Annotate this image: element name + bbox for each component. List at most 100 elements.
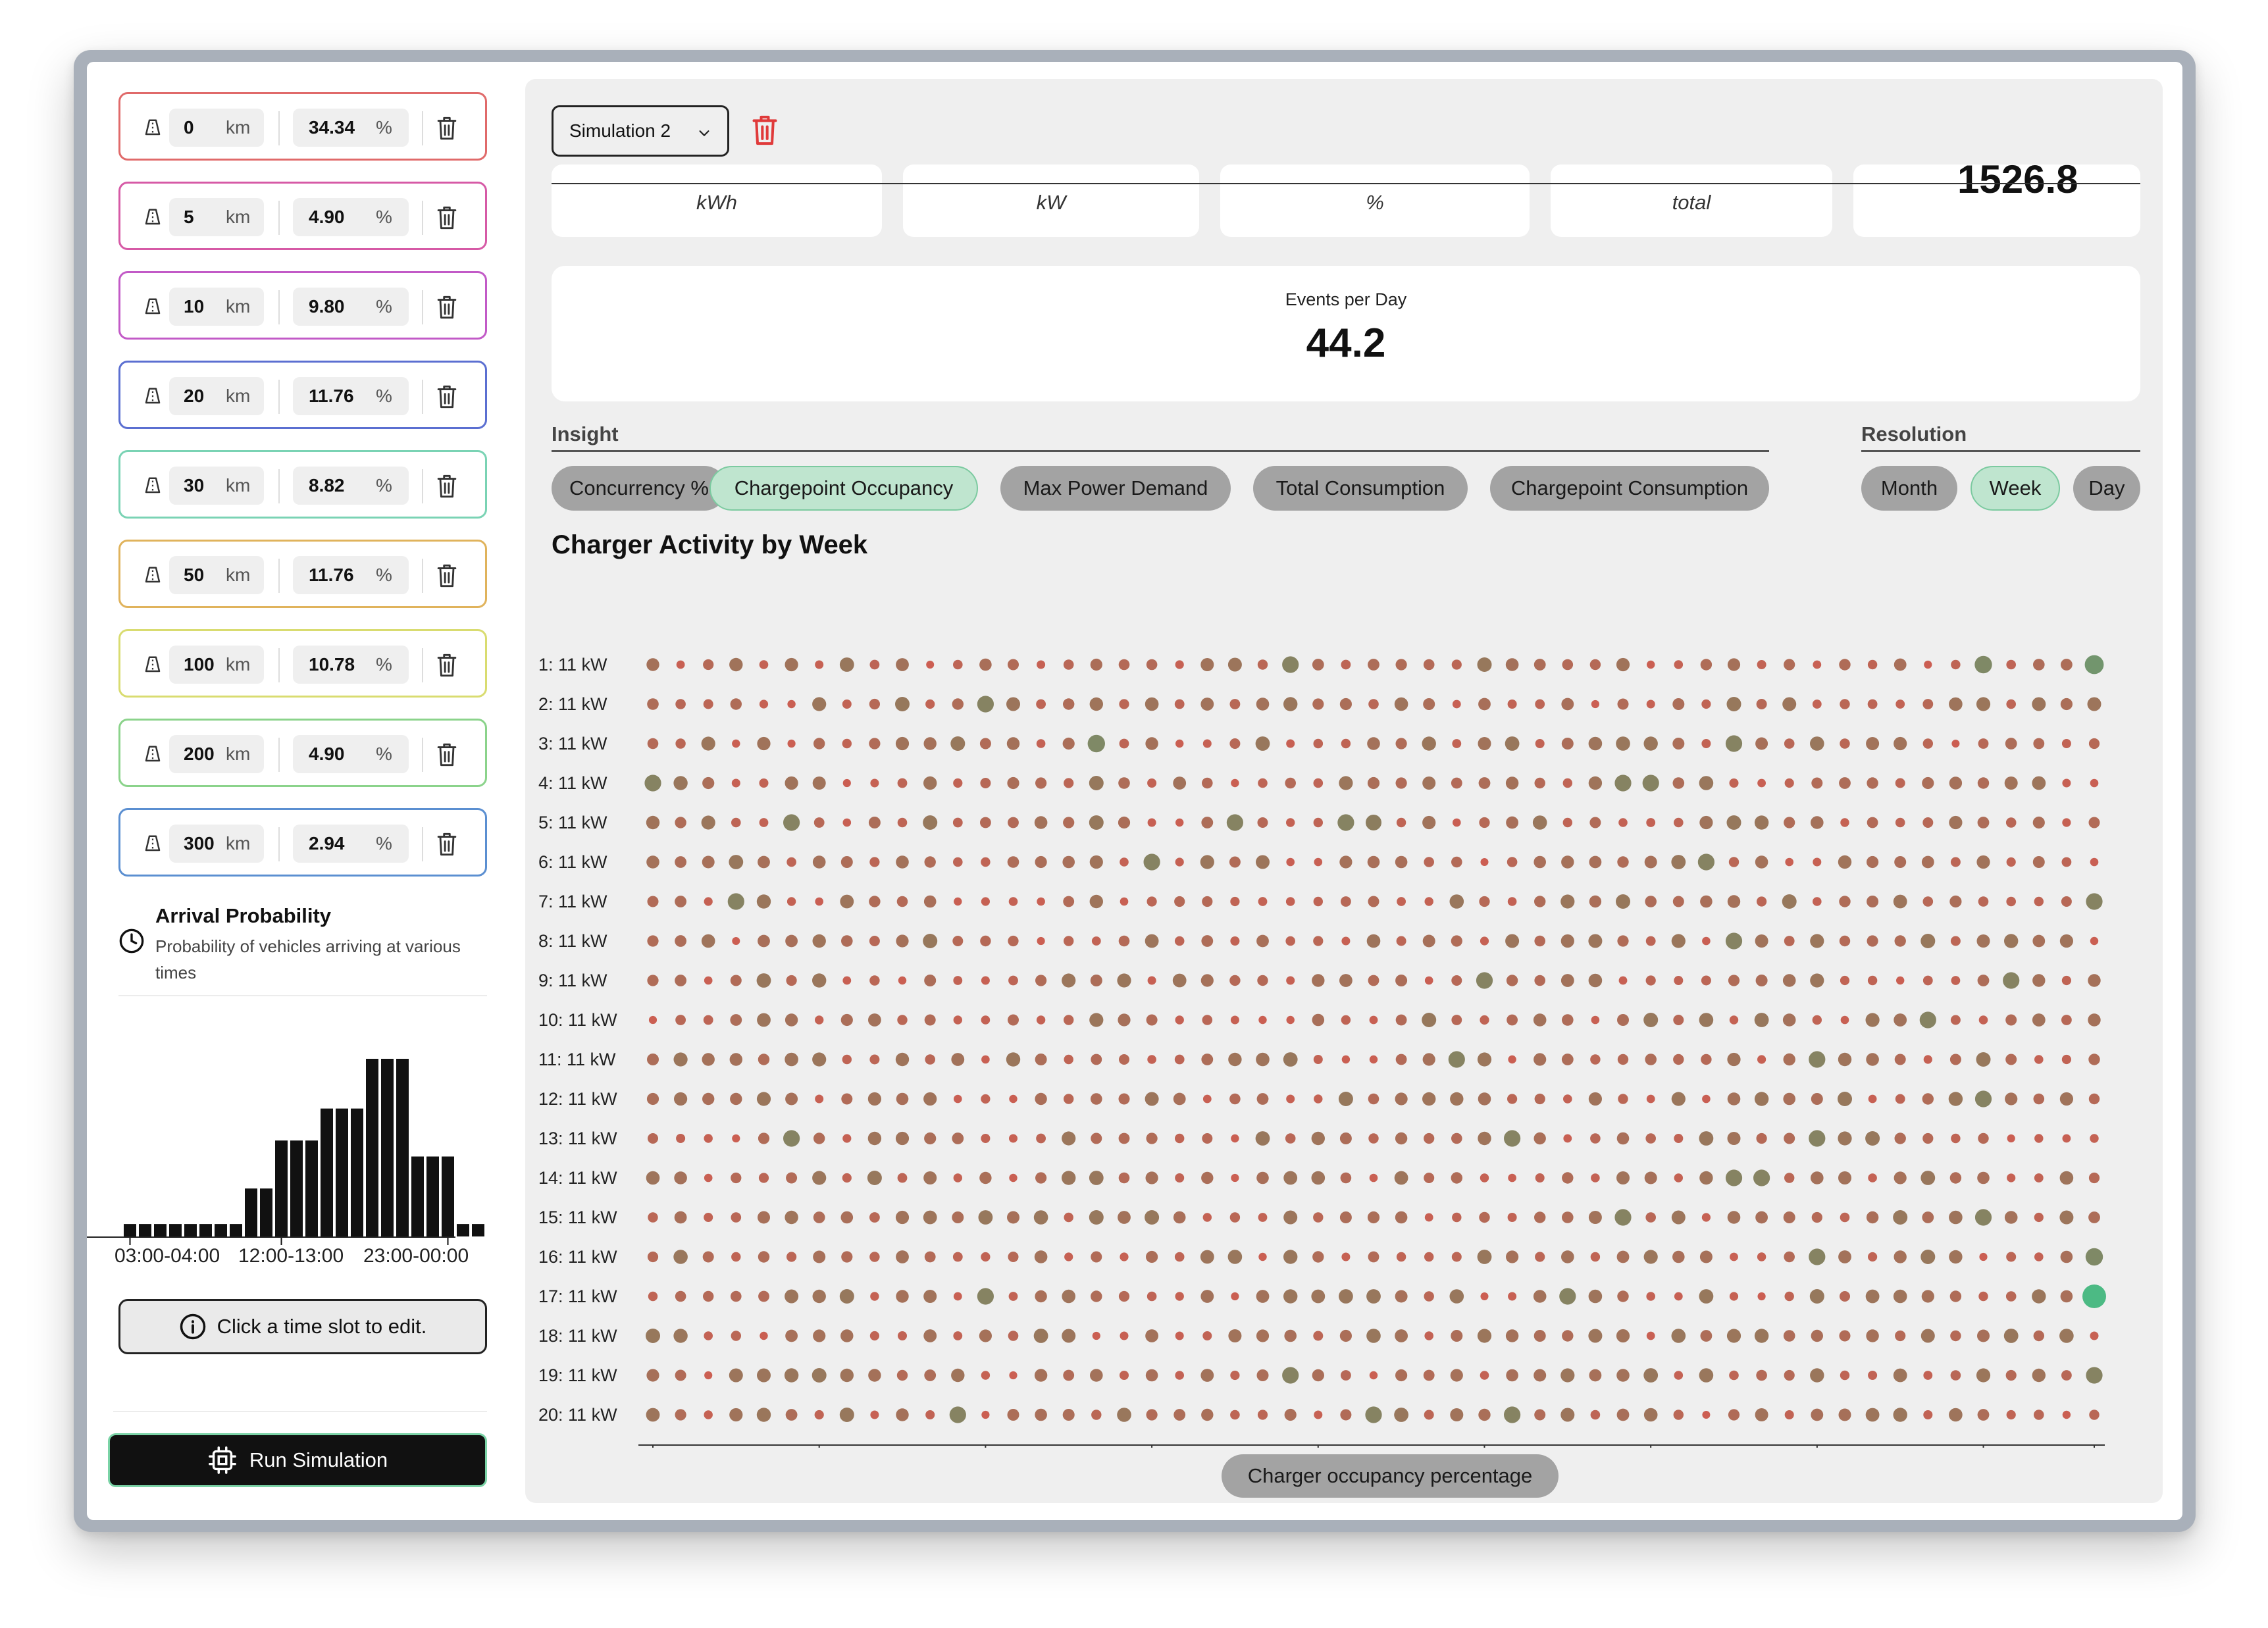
occupancy-dot — [924, 1369, 937, 1381]
distance-input[interactable]: 100 km — [169, 646, 264, 684]
occupancy-dot — [1120, 897, 1129, 906]
insight-chip[interactable]: Max Power Demand — [1000, 466, 1231, 511]
occupancy-dot — [895, 697, 910, 711]
occupancy-dot — [1118, 1290, 1130, 1302]
histogram-bar[interactable] — [472, 1224, 484, 1236]
delete-row-icon[interactable] — [435, 742, 459, 768]
delete-row-icon[interactable] — [435, 563, 459, 589]
legend-chip[interactable]: Charger occupancy percentage — [1222, 1454, 1559, 1498]
percentage-input[interactable]: 34.34 % — [293, 109, 409, 147]
histogram-bar[interactable] — [411, 1156, 424, 1237]
histogram-bar[interactable] — [321, 1108, 333, 1236]
histogram-bar[interactable] — [305, 1140, 318, 1236]
occupancy-dot — [1451, 1015, 1462, 1025]
occupancy-dot — [2061, 1054, 2071, 1065]
occupancy-dot — [730, 698, 742, 710]
occupancy-dot — [1811, 777, 1823, 789]
histogram-bar[interactable] — [215, 1224, 227, 1236]
occupancy-dot — [732, 937, 740, 945]
percent-unit: % — [376, 386, 392, 406]
histogram-bar[interactable] — [230, 1224, 242, 1236]
histogram-bar[interactable] — [396, 1059, 409, 1236]
insight-chip[interactable]: Total Consumption — [1253, 466, 1468, 511]
histogram-bar[interactable] — [169, 1224, 182, 1236]
histogram-bar[interactable] — [139, 1224, 151, 1236]
occupancy-dot — [1173, 1211, 1186, 1224]
histogram-bar[interactable] — [154, 1224, 167, 1236]
distance-input[interactable]: 0 km — [169, 109, 264, 147]
percentage-input[interactable]: 4.90 % — [293, 198, 409, 236]
occupancy-dot — [898, 976, 907, 985]
occupancy-dot — [2033, 738, 2045, 750]
percentage-input[interactable]: 11.76 % — [293, 377, 409, 415]
occupancy-dot — [1090, 975, 1102, 986]
histogram-bar[interactable] — [260, 1188, 272, 1236]
occupancy-dot — [1201, 1054, 1214, 1065]
occupancy-dot — [675, 896, 686, 907]
delete-row-icon[interactable] — [435, 205, 459, 231]
delete-row-icon[interactable] — [435, 473, 459, 499]
occupancy-dot — [2062, 778, 2071, 788]
histogram-bar[interactable] — [351, 1108, 363, 1236]
simulation-select[interactable]: Simulation 2 — [552, 105, 729, 157]
resolution-chip[interactable]: Day — [2073, 466, 2140, 511]
occupancy-dot — [2032, 856, 2045, 868]
histogram-bar[interactable] — [290, 1140, 303, 1236]
percentage-input[interactable]: 8.82 % — [293, 467, 409, 505]
delete-row-icon[interactable] — [435, 652, 459, 678]
occupancy-dot — [1700, 659, 1713, 671]
resolution-chip[interactable]: Week — [1971, 466, 2060, 511]
occupancy-dot — [1643, 1368, 1659, 1383]
occupancy-dot — [1949, 1210, 1963, 1225]
histogram-bar[interactable] — [457, 1224, 469, 1236]
distance-input[interactable]: 20 km — [169, 377, 264, 415]
insight-chip[interactable]: Concurrency % — [552, 466, 727, 511]
time-slot-hint-button[interactable]: Click a time slot to edit. — [118, 1299, 487, 1354]
histogram-bar[interactable] — [124, 1224, 136, 1236]
percentage-input[interactable]: 2.94 % — [293, 825, 409, 863]
occupancy-dot — [1201, 1408, 1214, 1421]
occupancy-dot — [1811, 1408, 1824, 1421]
percentage-input[interactable]: 10.78 % — [293, 646, 409, 684]
insight-chip[interactable]: Chargepoint Occupancy — [709, 466, 978, 511]
occupancy-dot — [1951, 659, 1961, 670]
distance-input[interactable]: 30 km — [169, 467, 264, 505]
occupancy-dot — [1702, 936, 1711, 946]
delete-row-icon[interactable] — [435, 384, 459, 410]
distance-input[interactable]: 5 km — [169, 198, 264, 236]
occupancy-dot — [1699, 1131, 1714, 1146]
insight-chip[interactable]: Chargepoint Consumption — [1490, 466, 1769, 511]
row-label: 19: 11 kW — [538, 1365, 617, 1385]
distance-input[interactable]: 300 km — [169, 825, 264, 863]
delete-simulation-icon[interactable] — [750, 113, 779, 147]
histogram-bar[interactable] — [245, 1188, 257, 1236]
occupancy-dot — [1923, 1371, 1933, 1380]
occupancy-dot — [1064, 1252, 1073, 1261]
histogram-bar[interactable] — [199, 1224, 212, 1236]
occupancy-dot — [1175, 857, 1184, 867]
occupancy-dot — [701, 736, 715, 751]
histogram-bar[interactable] — [442, 1156, 454, 1237]
distance-input[interactable]: 200 km — [169, 735, 264, 773]
run-simulation-button[interactable]: Run Simulation — [108, 1433, 487, 1487]
histogram-bar[interactable] — [275, 1140, 288, 1236]
delete-row-icon[interactable] — [435, 294, 459, 320]
distance-input[interactable]: 50 km — [169, 556, 264, 594]
resolution-chip[interactable]: Month — [1861, 466, 1957, 511]
percentage-input[interactable]: 11.76 % — [293, 556, 409, 594]
distance-input[interactable]: 10 km — [169, 288, 264, 326]
histogram-bar[interactable] — [184, 1224, 197, 1236]
occupancy-dot — [2032, 1368, 2046, 1383]
occupancy-dot — [924, 1251, 936, 1263]
histogram-bar[interactable] — [426, 1156, 439, 1237]
occupancy-dot — [1369, 1371, 1378, 1380]
percentage-input[interactable]: 4.90 % — [293, 735, 409, 773]
delete-row-icon[interactable] — [435, 831, 459, 857]
histogram-bar[interactable] — [366, 1059, 378, 1236]
occupancy-dot — [953, 1331, 963, 1340]
delete-row-icon[interactable] — [435, 115, 459, 141]
percentage-input[interactable]: 9.80 % — [293, 288, 409, 326]
histogram-bar[interactable] — [336, 1108, 348, 1236]
arrival-histogram[interactable] — [118, 1049, 487, 1246]
histogram-bar[interactable] — [381, 1059, 394, 1236]
